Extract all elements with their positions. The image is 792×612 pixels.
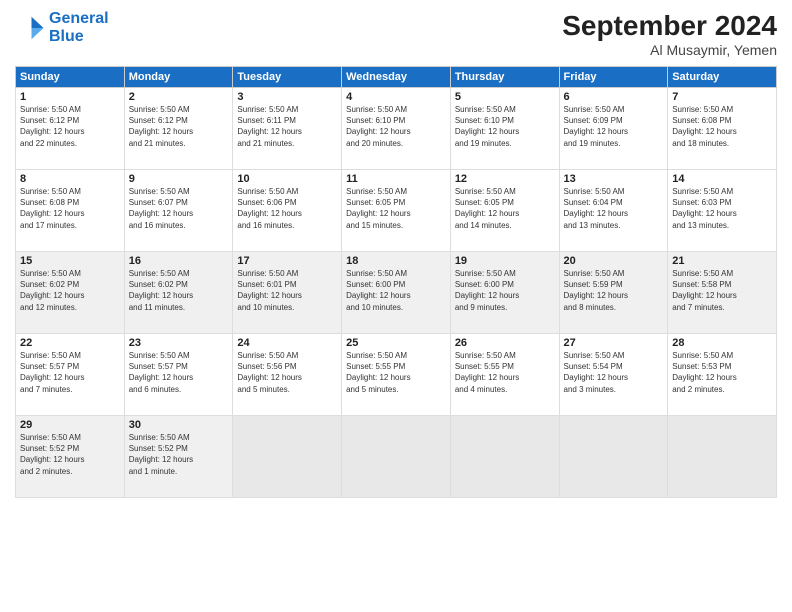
day-6: 6Sunrise: 5:50 AMSunset: 6:09 PMDaylight… [559, 88, 668, 170]
calendar-week-4: 22Sunrise: 5:50 AMSunset: 5:57 PMDayligh… [16, 334, 777, 416]
day-29: 29Sunrise: 5:50 AMSunset: 5:52 PMDayligh… [16, 416, 125, 498]
day-5: 5Sunrise: 5:50 AMSunset: 6:10 PMDaylight… [450, 88, 559, 170]
day-empty [450, 416, 559, 498]
day-13: 13Sunrise: 5:50 AMSunset: 6:04 PMDayligh… [559, 170, 668, 252]
calendar-week-3: 15Sunrise: 5:50 AMSunset: 6:02 PMDayligh… [16, 252, 777, 334]
col-monday: Monday [124, 67, 233, 88]
month-title: September 2024 [562, 10, 777, 42]
day-9: 9Sunrise: 5:50 AMSunset: 6:07 PMDaylight… [124, 170, 233, 252]
col-thursday: Thursday [450, 67, 559, 88]
day-empty [668, 416, 777, 498]
location: Al Musaymir, Yemen [562, 42, 777, 58]
header-row: Sunday Monday Tuesday Wednesday Thursday… [16, 67, 777, 88]
day-23: 23Sunrise: 5:50 AMSunset: 5:57 PMDayligh… [124, 334, 233, 416]
logo-line1: General [49, 10, 109, 27]
day-2: 2Sunrise: 5:50 AMSunset: 6:12 PMDaylight… [124, 88, 233, 170]
day-21: 21Sunrise: 5:50 AMSunset: 5:58 PMDayligh… [668, 252, 777, 334]
col-saturday: Saturday [668, 67, 777, 88]
col-wednesday: Wednesday [342, 67, 451, 88]
logo: General Blue [15, 10, 109, 45]
logo-line2: Blue [49, 28, 84, 45]
col-sunday: Sunday [16, 67, 125, 88]
logo-icon [15, 13, 45, 43]
day-11: 11Sunrise: 5:50 AMSunset: 6:05 PMDayligh… [342, 170, 451, 252]
logo-text: General Blue [49, 10, 109, 45]
day-25: 25Sunrise: 5:50 AMSunset: 5:55 PMDayligh… [342, 334, 451, 416]
col-friday: Friday [559, 67, 668, 88]
day-26: 26Sunrise: 5:50 AMSunset: 5:55 PMDayligh… [450, 334, 559, 416]
col-tuesday: Tuesday [233, 67, 342, 88]
title-block: September 2024 Al Musaymir, Yemen [562, 10, 777, 58]
calendar: Sunday Monday Tuesday Wednesday Thursday… [15, 66, 777, 498]
day-30: 30Sunrise: 5:50 AMSunset: 5:52 PMDayligh… [124, 416, 233, 498]
day-27: 27Sunrise: 5:50 AMSunset: 5:54 PMDayligh… [559, 334, 668, 416]
calendar-week-1: 1Sunrise: 5:50 AMSunset: 6:12 PMDaylight… [16, 88, 777, 170]
day-1: 1Sunrise: 5:50 AMSunset: 6:12 PMDaylight… [16, 88, 125, 170]
day-20: 20Sunrise: 5:50 AMSunset: 5:59 PMDayligh… [559, 252, 668, 334]
day-28: 28Sunrise: 5:50 AMSunset: 5:53 PMDayligh… [668, 334, 777, 416]
day-4: 4Sunrise: 5:50 AMSunset: 6:10 PMDaylight… [342, 88, 451, 170]
header: General Blue September 2024 Al Musaymir,… [15, 10, 777, 58]
day-7: 7Sunrise: 5:50 AMSunset: 6:08 PMDaylight… [668, 88, 777, 170]
day-empty [559, 416, 668, 498]
day-22: 22Sunrise: 5:50 AMSunset: 5:57 PMDayligh… [16, 334, 125, 416]
day-empty [342, 416, 451, 498]
day-24: 24Sunrise: 5:50 AMSunset: 5:56 PMDayligh… [233, 334, 342, 416]
day-15: 15Sunrise: 5:50 AMSunset: 6:02 PMDayligh… [16, 252, 125, 334]
calendar-week-5: 29Sunrise: 5:50 AMSunset: 5:52 PMDayligh… [16, 416, 777, 498]
day-3: 3Sunrise: 5:50 AMSunset: 6:11 PMDaylight… [233, 88, 342, 170]
day-16: 16Sunrise: 5:50 AMSunset: 6:02 PMDayligh… [124, 252, 233, 334]
day-17: 17Sunrise: 5:50 AMSunset: 6:01 PMDayligh… [233, 252, 342, 334]
calendar-week-2: 8Sunrise: 5:50 AMSunset: 6:08 PMDaylight… [16, 170, 777, 252]
day-12: 12Sunrise: 5:50 AMSunset: 6:05 PMDayligh… [450, 170, 559, 252]
day-8: 8Sunrise: 5:50 AMSunset: 6:08 PMDaylight… [16, 170, 125, 252]
day-18: 18Sunrise: 5:50 AMSunset: 6:00 PMDayligh… [342, 252, 451, 334]
day-14: 14Sunrise: 5:50 AMSunset: 6:03 PMDayligh… [668, 170, 777, 252]
day-10: 10Sunrise: 5:50 AMSunset: 6:06 PMDayligh… [233, 170, 342, 252]
day-19: 19Sunrise: 5:50 AMSunset: 6:00 PMDayligh… [450, 252, 559, 334]
page: General Blue September 2024 Al Musaymir,… [0, 0, 792, 612]
day-empty [233, 416, 342, 498]
